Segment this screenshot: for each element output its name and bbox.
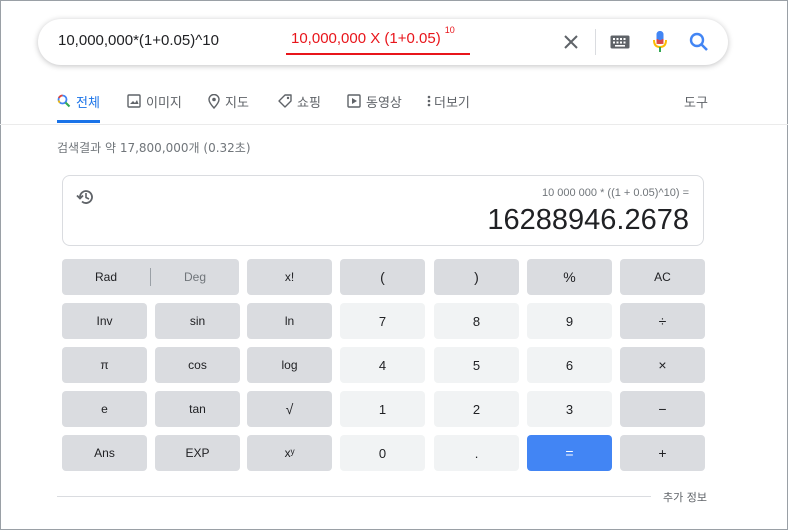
multiply-key[interactable]: × — [620, 347, 705, 383]
search-bar[interactable]: 10,000,000*(1+0.05)^10 10,000,000 X (1+0… — [38, 19, 728, 65]
tools-label: 도구 — [684, 96, 708, 111]
digit-5-key[interactable]: 5 — [434, 347, 519, 383]
plus-key[interactable]: + — [620, 435, 705, 471]
more-vert-icon — [427, 95, 431, 107]
annotation-underline — [286, 53, 470, 55]
tools-button[interactable]: 도구 — [684, 84, 708, 124]
footer-divider — [57, 496, 651, 497]
equals-key[interactable]: = — [527, 435, 612, 471]
tab-shopping[interactable]: 쇼핑 — [278, 84, 321, 124]
tag-icon — [278, 94, 292, 108]
tab-all[interactable]: 전체 — [57, 84, 100, 124]
search-icon[interactable] — [687, 30, 711, 54]
history-icon[interactable] — [76, 187, 96, 211]
pi-key[interactable]: π — [62, 347, 147, 383]
rad-deg-toggle[interactable]: Rad Deg — [62, 259, 239, 295]
factorial-key[interactable]: x! — [247, 259, 332, 295]
calculator-result: 16288946.2678 — [487, 204, 689, 236]
tab-videos[interactable]: 동영상 — [347, 84, 402, 124]
exp-key[interactable]: EXP — [155, 435, 240, 471]
percent-key[interactable]: % — [527, 259, 612, 295]
tabs-divider — [0, 124, 788, 125]
image-icon — [127, 94, 141, 108]
keyboard-icon[interactable] — [608, 30, 632, 54]
tab-label: 더보기 — [434, 96, 470, 111]
play-icon — [347, 94, 361, 108]
digit-7-key[interactable]: 7 — [340, 303, 425, 339]
sqrt-key[interactable]: √ — [247, 391, 332, 427]
digit-8-key[interactable]: 8 — [434, 303, 519, 339]
clear-icon[interactable] — [559, 30, 583, 54]
digit-1-key[interactable]: 1 — [340, 391, 425, 427]
more-info-link[interactable]: 추가 정보 — [663, 489, 707, 505]
digit-0-key[interactable]: 0 — [340, 435, 425, 471]
tab-more[interactable]: 더보기 — [427, 84, 470, 124]
tab-maps[interactable]: 지도 — [208, 84, 249, 124]
rad-button[interactable]: Rad — [62, 270, 150, 284]
annotation-exponent: 10 — [444, 25, 455, 35]
search-tabs: 전체 이미지 지도 쇼핑 동영상 더보기 도구 — [0, 84, 788, 124]
digit-3-key[interactable]: 3 — [527, 391, 612, 427]
tab-label: 쇼핑 — [297, 96, 321, 111]
search-icon — [57, 94, 71, 108]
search-input[interactable]: 10,000,000*(1+0.05)^10 — [58, 32, 219, 49]
tab-label: 지도 — [225, 96, 249, 111]
red-annotation: 10,000,000 X (1+0.05) 10 — [291, 25, 455, 47]
calculator-expression: 10 000 000 * ((1 + 0.05)^10) = — [541, 187, 689, 199]
digit-6-key[interactable]: 6 — [527, 347, 612, 383]
euler-key[interactable]: e — [62, 391, 147, 427]
ln-key[interactable]: ln — [247, 303, 332, 339]
digit-4-key[interactable]: 4 — [340, 347, 425, 383]
decimal-point-key[interactable]: . — [434, 435, 519, 471]
log-key[interactable]: log — [247, 347, 332, 383]
cos-key[interactable]: cos — [155, 347, 240, 383]
digit-2-key[interactable]: 2 — [434, 391, 519, 427]
tan-key[interactable]: tan — [155, 391, 240, 427]
microphone-icon[interactable] — [648, 30, 672, 54]
annotation-text: 10,000,000 X (1+0.05) — [291, 30, 441, 47]
right-paren-key[interactable]: ) — [434, 259, 519, 295]
all-clear-key[interactable]: AC — [620, 259, 705, 295]
search-bar-divider — [595, 29, 596, 55]
answer-key[interactable]: Ans — [62, 435, 147, 471]
power-key[interactable]: xʸ — [247, 435, 332, 471]
tab-label: 동영상 — [366, 96, 402, 111]
tab-images[interactable]: 이미지 — [127, 84, 182, 124]
left-paren-key[interactable]: ( — [340, 259, 425, 295]
digit-9-key[interactable]: 9 — [527, 303, 612, 339]
sin-key[interactable]: sin — [155, 303, 240, 339]
map-pin-icon — [208, 94, 220, 109]
deg-button[interactable]: Deg — [151, 270, 239, 284]
divide-key[interactable]: ÷ — [620, 303, 705, 339]
result-stats: 검색결과 약 17,800,000개 (0.32초) — [57, 141, 251, 155]
tab-label: 이미지 — [146, 96, 182, 111]
inverse-key[interactable]: Inv — [62, 303, 147, 339]
tab-label: 전체 — [76, 96, 100, 111]
calculator-display: 10 000 000 * ((1 + 0.05)^10) = 16288946.… — [62, 175, 704, 246]
minus-key[interactable]: − — [620, 391, 705, 427]
